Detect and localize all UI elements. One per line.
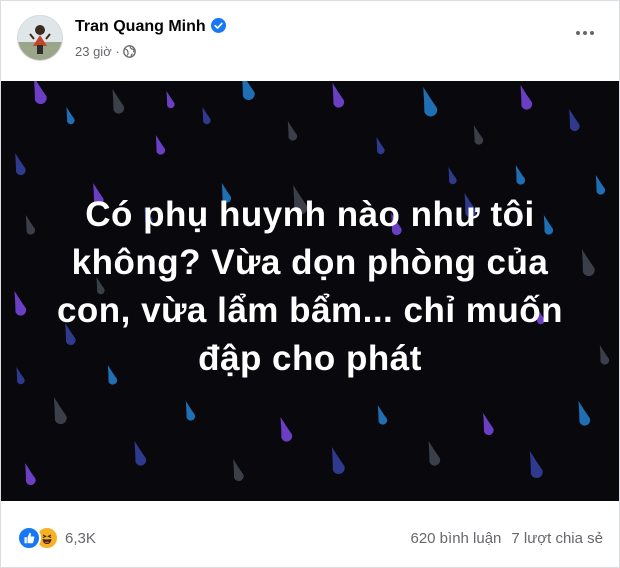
- rain-drop: [483, 413, 494, 436]
- rain-drop: [15, 153, 26, 176]
- rain-drop: [280, 417, 293, 442]
- rain-drop: [428, 441, 441, 466]
- dot: [576, 31, 580, 35]
- rain-drop: [520, 85, 533, 110]
- rain-drop: [331, 447, 345, 475]
- rain-drop: [202, 107, 211, 125]
- rain-drop: [377, 405, 388, 425]
- dot: [590, 31, 594, 35]
- rain-drop: [33, 81, 47, 105]
- rain-drop: [569, 109, 580, 132]
- globe-icon[interactable]: [122, 45, 136, 58]
- avatar-image: [18, 16, 62, 60]
- post-header: Tran Quang Minh 23 giờ ·: [17, 13, 603, 69]
- verified-badge-icon: [210, 18, 226, 33]
- rain-drop: [185, 401, 196, 421]
- post-image-text: Có phụ huynh nào như tôi không? Vừa dọn …: [56, 195, 564, 378]
- rain-drop: [515, 165, 526, 185]
- rain-drop: [448, 167, 457, 185]
- rain-drop: [581, 249, 595, 277]
- rain-drop: [25, 215, 36, 235]
- post-time[interactable]: 23 giờ: [75, 44, 112, 59]
- rain-drop: [233, 459, 244, 482]
- meta-separator: ·: [115, 44, 120, 59]
- rain-drop: [599, 345, 610, 365]
- rain-drop: [376, 137, 385, 155]
- rain-drop: [155, 135, 166, 155]
- author-name-text[interactable]: Tran Quang Minh: [75, 18, 206, 35]
- rain-drop: [287, 121, 298, 141]
- rain-drop: [16, 367, 25, 385]
- rain-drop: [423, 87, 438, 117]
- share-count[interactable]: 7 lượt chia sẻ: [511, 530, 603, 547]
- like-icon: [17, 526, 41, 550]
- comment-count[interactable]: 620 bình luận: [410, 530, 501, 547]
- rain-drop: [332, 83, 345, 108]
- post-meta: 23 giờ ·: [75, 44, 136, 60]
- rain-drop: [166, 91, 175, 109]
- rain-drop: [112, 89, 125, 114]
- reactions-summary[interactable]: 6,3K: [17, 526, 96, 550]
- rain-drop: [134, 441, 147, 466]
- more-options-icon[interactable]: [571, 23, 599, 43]
- post-image[interactable]: Có phụ huynh nào như tôi không? Vừa dọn …: [1, 81, 619, 501]
- rain-drop: [578, 401, 591, 426]
- dot: [583, 31, 587, 35]
- rain-drop: [241, 81, 255, 101]
- rain-drop: [529, 451, 543, 479]
- reaction-count[interactable]: 6,3K: [65, 530, 96, 547]
- rain-drop: [66, 107, 75, 125]
- rain-drop: [25, 463, 36, 486]
- author-name[interactable]: Tran Quang Minh: [75, 17, 226, 37]
- avatar[interactable]: [17, 15, 63, 61]
- engagement-stats: 620 bình luận 7 lượt chia sẻ: [410, 530, 603, 548]
- rain-drop: [595, 175, 606, 195]
- rain-drop: [14, 291, 27, 316]
- rain-drop: [473, 125, 484, 145]
- post-footer: 6,3K 620 bình luận 7 lượt chia sẻ: [17, 521, 603, 557]
- rain-drop: [53, 397, 67, 425]
- post-card: Tran Quang Minh 23 giờ · Có phụ huynh nà…: [0, 0, 620, 568]
